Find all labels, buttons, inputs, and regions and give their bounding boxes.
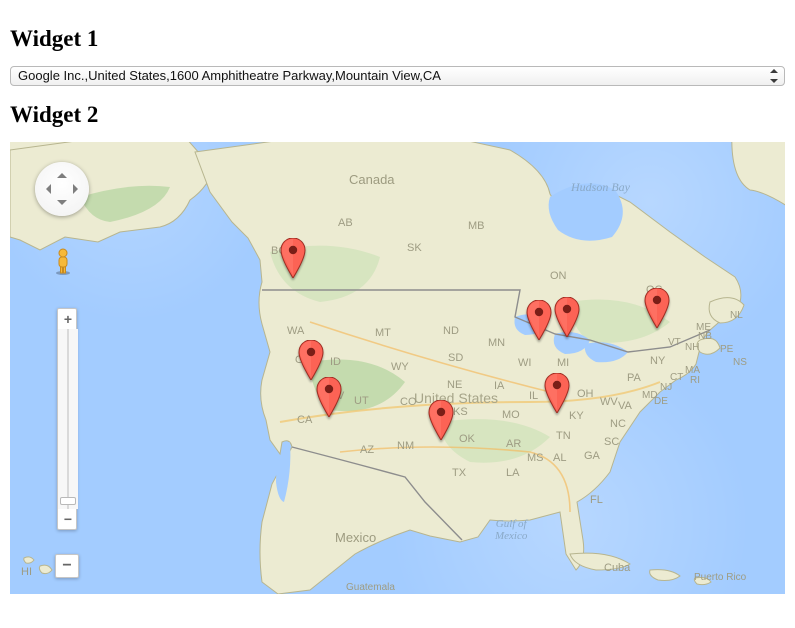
map-marker-ann-arbor[interactable] (554, 297, 580, 337)
widget-2-title: Widget 2 (10, 102, 785, 128)
map-marker-austin[interactable] (428, 400, 454, 440)
pan-control (35, 162, 89, 216)
map-marker-san-francisco[interactable] (298, 340, 324, 380)
map-marker-boston[interactable] (644, 288, 670, 328)
zoom-in-button[interactable]: + (58, 309, 78, 329)
google-map[interactable]: Canada United States Mexico Cuba Puerto … (10, 142, 785, 594)
location-select-value: Google Inc.,United States,1600 Amphithea… (18, 68, 441, 83)
pan-down-button[interactable] (57, 200, 67, 210)
zoom-slider-thumb[interactable] (60, 497, 76, 505)
zoom-reset-button[interactable]: − (55, 554, 79, 578)
map-marker-seattle[interactable] (280, 238, 306, 278)
widget-1-title: Widget 1 (10, 26, 785, 52)
map-marker-atlanta[interactable] (544, 373, 570, 413)
pan-right-button[interactable] (73, 184, 83, 194)
map-marker-chicago[interactable] (526, 300, 552, 340)
zoom-slider[interactable] (58, 329, 78, 509)
pegman-icon[interactable] (52, 248, 74, 276)
zoom-control: + − (57, 308, 77, 530)
map-marker-los-angeles[interactable] (316, 377, 342, 417)
map-tiles (10, 142, 785, 594)
chevrons-updown-icon (770, 69, 778, 83)
pan-left-button[interactable] (41, 184, 51, 194)
zoom-out-button[interactable]: − (58, 509, 78, 529)
location-select[interactable]: Google Inc.,United States,1600 Amphithea… (10, 66, 785, 86)
pan-up-button[interactable] (57, 168, 67, 178)
